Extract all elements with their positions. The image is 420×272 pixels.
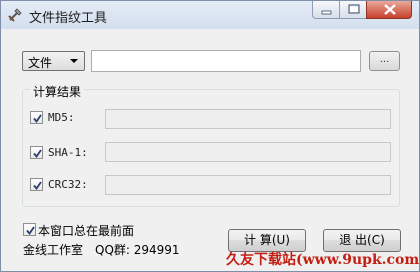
checkmark-icon <box>26 226 35 235</box>
app-window: 文件指纹工具 文件 ... 计算结果 MD5: SHA-1: CRC32: 本窗… <box>0 0 420 272</box>
minimize-icon <box>321 10 332 15</box>
results-group-title: 计算结果 <box>30 83 85 100</box>
source-type-value: 文件 <box>28 56 53 70</box>
sha1-checkbox[interactable] <box>30 146 43 159</box>
checkmark-icon <box>33 149 42 158</box>
window-title: 文件指纹工具 <box>29 11 108 26</box>
sha1-label: SHA-1: <box>48 146 88 159</box>
md5-checkbox[interactable] <box>30 111 43 124</box>
crc32-result-field[interactable] <box>105 175 391 195</box>
minimize-button[interactable] <box>312 1 340 19</box>
title-bar[interactable]: 文件指纹工具 <box>1 1 419 29</box>
maximize-icon <box>348 4 360 14</box>
md5-result-field[interactable] <box>105 109 391 129</box>
checkmark-icon <box>33 114 42 123</box>
md5-label: MD5: <box>48 111 75 124</box>
sha1-result-field[interactable] <box>105 142 391 162</box>
close-icon <box>384 4 396 15</box>
always-on-top-checkbox[interactable] <box>23 223 36 236</box>
watermark-text: 久友下载站(www.9upk.com) <box>226 252 420 268</box>
close-button[interactable] <box>366 1 412 19</box>
crc32-checkbox[interactable] <box>30 178 43 191</box>
studio-name: 金线工作室 <box>23 243 84 257</box>
fingerprint-tool-icon <box>7 7 23 23</box>
maximize-button[interactable] <box>339 1 367 19</box>
qq-group-text: QQ群: 294991 <box>95 243 180 257</box>
checkmark-icon <box>33 181 42 190</box>
source-type-select[interactable]: 文件 <box>22 51 85 71</box>
file-path-input[interactable] <box>91 50 361 72</box>
chevron-down-icon <box>70 59 78 63</box>
always-on-top-label: 本窗口总在最前面 <box>38 224 135 238</box>
browse-button[interactable]: ... <box>369 51 400 71</box>
crc32-label: CRC32: <box>48 178 88 191</box>
